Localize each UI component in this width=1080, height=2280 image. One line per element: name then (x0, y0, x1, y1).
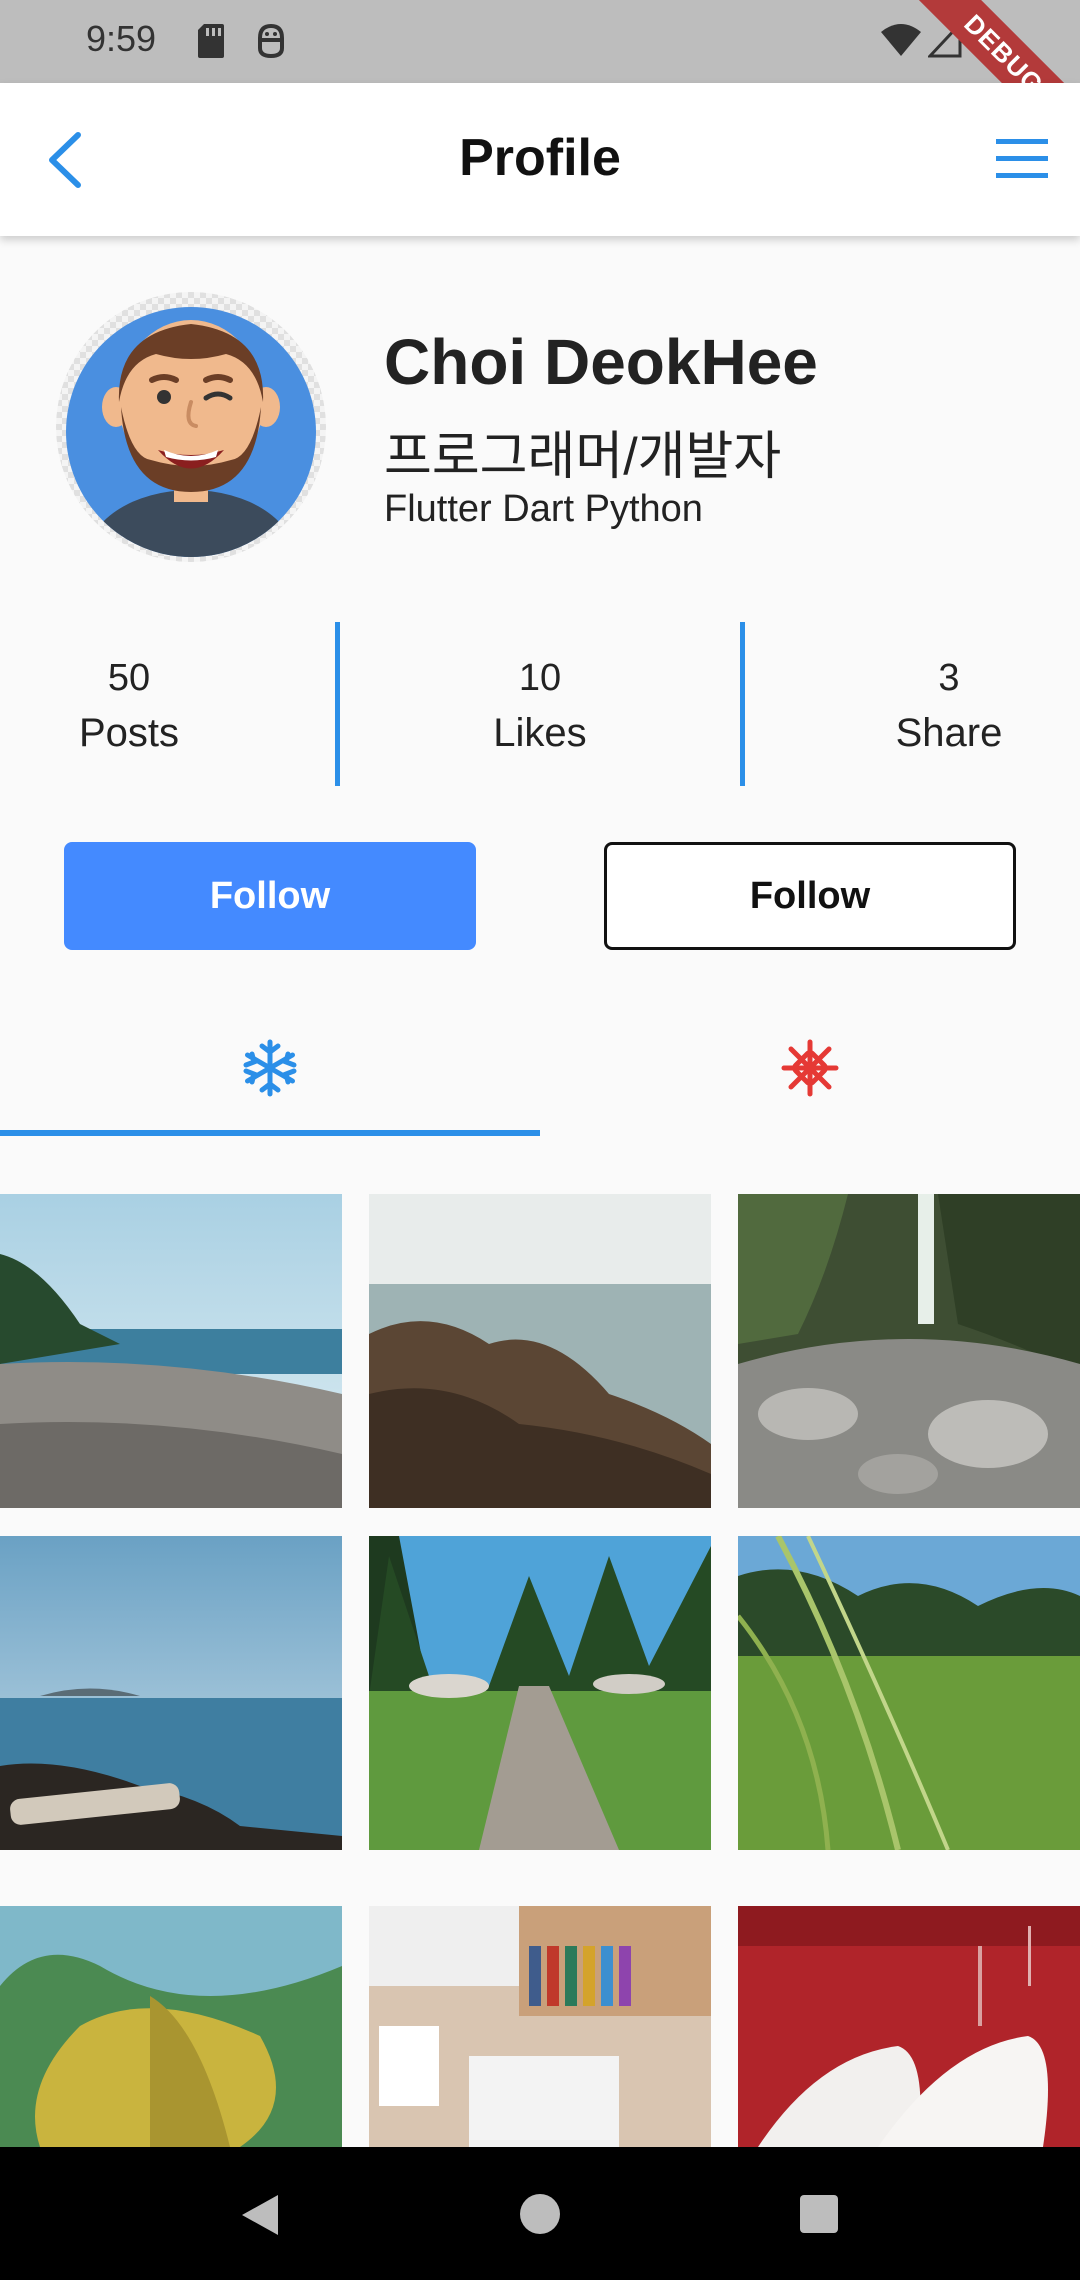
rocky-coast-photo[interactable] (369, 1194, 711, 1508)
stat-likes[interactable]: 10 Likes (390, 652, 690, 762)
profile-name: Choi DeokHee (384, 326, 818, 398)
system-nav-bar (0, 2147, 1080, 2280)
stat-divider (740, 622, 745, 786)
follow-button-primary[interactable]: Follow (64, 842, 476, 950)
ocean-rocks-photo[interactable] (0, 1536, 342, 1850)
page-title: Profile (459, 129, 621, 187)
stat-likes-value: 10 (518, 657, 562, 699)
app-bar: Profile (0, 83, 1080, 236)
stat-share[interactable]: 3 Share (799, 652, 1080, 762)
stat-share-label: Share (895, 711, 1003, 755)
stat-posts[interactable]: 50 Posts (0, 652, 279, 762)
status-time: 9:59 (86, 18, 157, 59)
follow-button-outline[interactable]: Follow (604, 842, 1016, 950)
desk-books-photo[interactable] (369, 1906, 711, 2147)
nav-home-icon[interactable] (519, 2193, 561, 2235)
stat-posts-label: Posts (78, 711, 180, 755)
forest-path-photo[interactable] (369, 1536, 711, 1850)
tab-asterisk[interactable] (540, 1022, 1080, 1132)
status-bar: 9:59 DEBUG (0, 0, 1080, 162)
stat-likes-label: Likes (493, 711, 587, 755)
nav-recents-icon[interactable] (798, 2193, 840, 2235)
grass-field-photo[interactable] (738, 1536, 1080, 1850)
stat-posts-value: 50 (107, 657, 151, 699)
profile-skills: Flutter Dart Python (384, 488, 703, 530)
mossy-tree-photo[interactable] (0, 1906, 342, 2147)
stat-divider (335, 622, 340, 786)
profile-role: 프로그래머/개발자 (384, 428, 782, 486)
sd-card-icon (198, 24, 224, 58)
avatar (56, 292, 326, 562)
wifi-icon (881, 24, 921, 56)
snowflake-icon (243, 1039, 297, 1097)
stat-share-value: 3 (938, 657, 960, 699)
nav-back-icon[interactable] (238, 2193, 280, 2237)
waterfall-photo[interactable] (738, 1194, 1080, 1508)
asterisk-icon (781, 1039, 839, 1097)
tab-indicator (0, 1130, 540, 1136)
beach-shore-photo[interactable] (0, 1194, 342, 1508)
tab-snowflake[interactable] (0, 1022, 540, 1132)
android-debug-icon (258, 23, 284, 59)
hamburger-menu-icon[interactable] (988, 135, 1058, 185)
white-shoes-photo[interactable] (738, 1906, 1080, 2147)
